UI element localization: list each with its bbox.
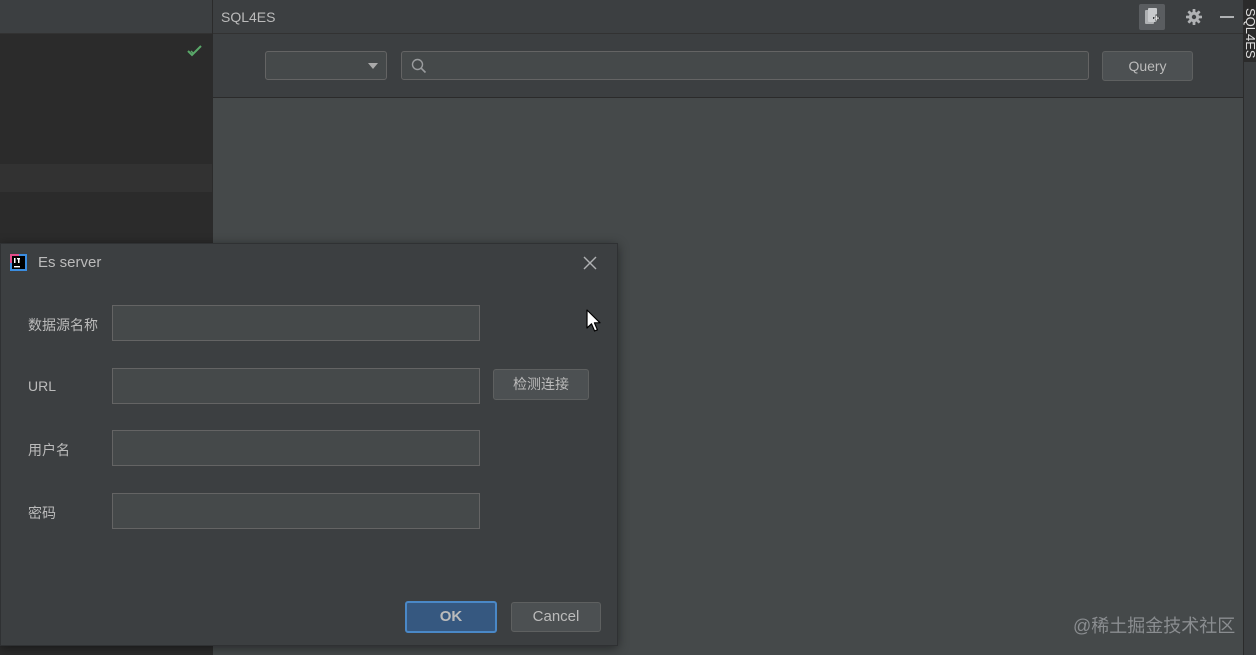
minimize-button[interactable] xyxy=(1214,4,1240,30)
add-datasource-icon xyxy=(1145,8,1160,24)
left-pane-header xyxy=(0,0,212,34)
datasource-combo[interactable] xyxy=(265,51,387,80)
query-toolbar: Query xyxy=(213,34,1244,98)
intellij-app-icon xyxy=(10,254,27,271)
left-pane-selected-row[interactable] xyxy=(0,164,212,192)
chevron-down-icon xyxy=(368,63,378,69)
datasource-name-field[interactable] xyxy=(112,305,480,341)
es-server-dialog: Es server 数据源名称 URL 检测连接 用户名 密码 OK Cance… xyxy=(0,243,618,646)
left-pane-content xyxy=(0,34,212,164)
query-button[interactable]: Query xyxy=(1102,51,1193,81)
ok-button[interactable]: OK xyxy=(405,601,497,633)
mouse-cursor-icon xyxy=(586,309,601,332)
minimize-icon xyxy=(1220,16,1234,18)
password-label: 密码 xyxy=(28,505,56,521)
tool-window-title: SQL4ES xyxy=(221,9,276,25)
cancel-button[interactable]: Cancel xyxy=(511,602,601,632)
close-icon[interactable] xyxy=(581,254,599,272)
search-field[interactable] xyxy=(401,51,1089,80)
gear-icon xyxy=(1186,9,1202,25)
url-field[interactable] xyxy=(112,368,480,404)
dialog-title-bar[interactable]: Es server xyxy=(1,244,619,282)
url-label: URL xyxy=(28,378,57,394)
right-tool-stripe: SQL4ES xyxy=(1243,0,1256,655)
settings-button[interactable] xyxy=(1181,4,1207,30)
add-datasource-button[interactable] xyxy=(1139,4,1165,30)
check-icon xyxy=(187,45,202,57)
watermark: @稀土掘金技术社区 xyxy=(1073,616,1236,636)
datasource-name-label: 数据源名称 xyxy=(28,317,98,333)
tool-window-header: SQL4ES xyxy=(213,0,1244,34)
search-icon xyxy=(411,58,427,74)
username-field[interactable] xyxy=(112,430,480,466)
stripe-tab-sql4es[interactable]: SQL4ES xyxy=(1243,0,1256,62)
username-label: 用户名 xyxy=(28,442,70,458)
dialog-title: Es server xyxy=(38,254,102,271)
check-connection-button[interactable]: 检测连接 xyxy=(493,369,589,400)
password-field[interactable] xyxy=(112,493,480,529)
stripe-tab-label: SQL4ES xyxy=(1243,8,1256,59)
